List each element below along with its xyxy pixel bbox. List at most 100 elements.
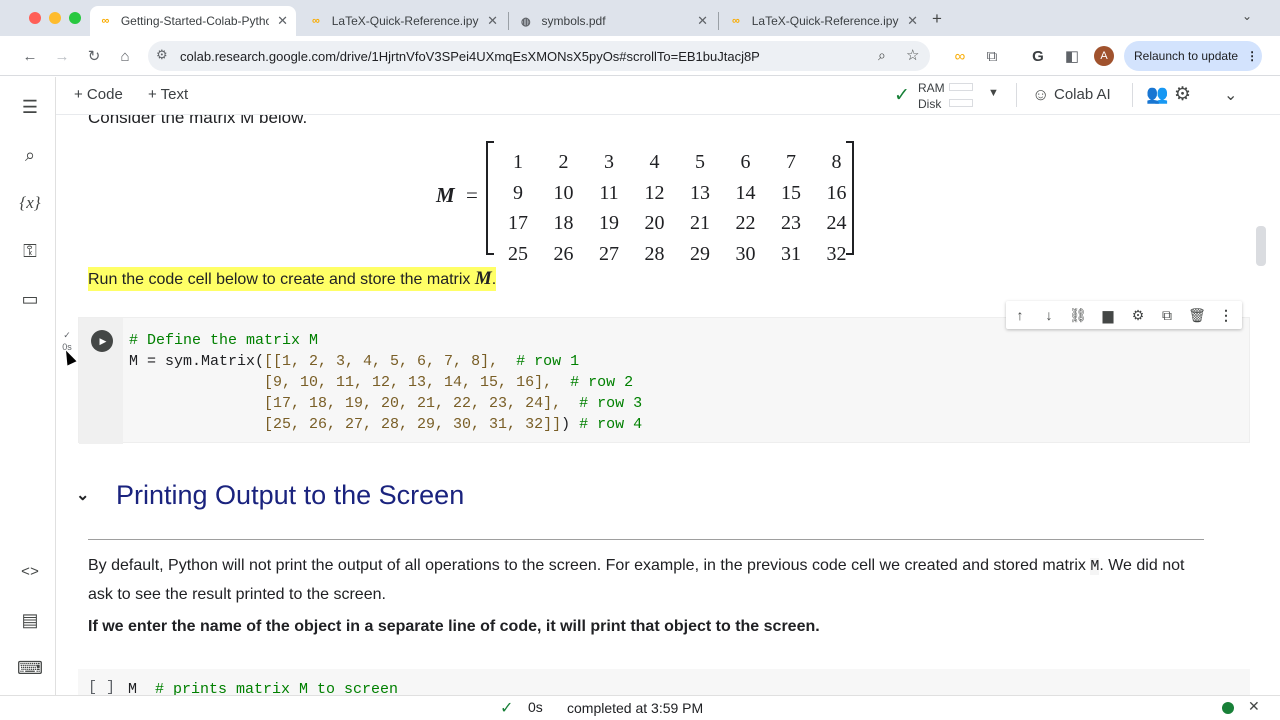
add-text-cell-button[interactable]: + Text bbox=[148, 86, 188, 103]
maximize-window-button[interactable] bbox=[69, 12, 81, 24]
matrix-cell: 28 bbox=[644, 242, 665, 265]
code-editor[interactable]: # Define the matrix M M = sym.Matrix([[1… bbox=[129, 330, 642, 435]
close-tab-icon[interactable]: ✕ bbox=[277, 13, 288, 29]
google-icon[interactable]: G bbox=[1028, 46, 1048, 66]
matrix-cell: 22 bbox=[735, 212, 756, 234]
collapse-section-chevron-icon[interactable]: ⌄ bbox=[76, 485, 106, 505]
settings-gear-icon[interactable]: ⚙ bbox=[1174, 83, 1191, 106]
bookmark-star-icon[interactable]: ☆ bbox=[906, 46, 919, 64]
runtime-dropdown-icon[interactable]: ▼ bbox=[988, 87, 999, 99]
matrix-cell: 8 bbox=[831, 151, 842, 173]
status-check-icon: ✓ bbox=[500, 700, 514, 717]
colab-ai-icon: ☺ bbox=[1032, 85, 1050, 104]
resource-monitor[interactable]: RAM Disk bbox=[918, 80, 945, 112]
matrix-cell: 26 bbox=[553, 242, 574, 265]
forward-arrow-icon[interactable]: → bbox=[52, 46, 72, 66]
matrix-cell: 24 bbox=[826, 212, 847, 234]
connected-check-icon: ✓ bbox=[894, 85, 910, 106]
matrix-cell: 5 bbox=[695, 151, 705, 173]
matrix-cell: 10 bbox=[553, 181, 574, 204]
execution-time: 0s bbox=[528, 699, 543, 715]
files-folder-icon[interactable]: ▭ bbox=[18, 287, 42, 311]
collapse-header-chevron-icon[interactable]: ⌄ bbox=[1224, 85, 1237, 105]
table-of-contents-icon[interactable]: ☰ bbox=[18, 95, 42, 119]
code-editor[interactable]: M # prints matrix M to screen bbox=[128, 679, 398, 695]
zoom-icon[interactable]: ⌕ bbox=[878, 47, 886, 64]
left-bracket bbox=[486, 141, 494, 255]
extensions-puzzle-icon[interactable]: ⧉ bbox=[982, 46, 1002, 66]
status-bar: ✓ 0s completed at 3:59 PM ✕ bbox=[0, 695, 1280, 720]
disk-meter bbox=[949, 99, 973, 107]
profile-avatar[interactable]: A bbox=[1094, 46, 1114, 66]
minimize-window-button[interactable] bbox=[49, 12, 61, 24]
comment-icon[interactable]: ▆ bbox=[1098, 305, 1118, 325]
browser-toolbar: ← → ↻ ⌂ ⚙ colab.research.google.com/driv… bbox=[0, 36, 1280, 76]
new-tab-icon[interactable]: + bbox=[932, 9, 942, 29]
toolbar-divider bbox=[1132, 83, 1133, 107]
address-bar[interactable]: ⚙ colab.research.google.com/drive/1Hjrtn… bbox=[148, 41, 930, 71]
secrets-key-icon[interactable]: ⚿ bbox=[18, 239, 42, 263]
code-cell-define-matrix[interactable]: ▶ # Define the matrix M M = sym.Matrix([… bbox=[78, 317, 1250, 444]
cell-gutter: ▶ bbox=[79, 318, 123, 444]
close-tab-icon[interactable]: ✕ bbox=[907, 13, 918, 29]
move-cell-down-icon[interactable]: ↓ bbox=[1039, 305, 1059, 325]
back-arrow-icon[interactable]: ← bbox=[20, 46, 40, 66]
cell-toolbar: ↑ ↓ ⛓ ▆ ⚙ ⧉ 🗑 ⋮ bbox=[1006, 301, 1242, 329]
terminal-icon[interactable]: ⌨ bbox=[17, 656, 43, 680]
mirror-cell-icon[interactable]: ⧉ bbox=[1157, 305, 1177, 325]
browser-tab-latex-reference[interactable]: ∞ LaTeX-Quick-Reference.ipynb ✕ bbox=[300, 6, 506, 36]
matrix-cell: 3 bbox=[604, 151, 614, 173]
move-cell-up-icon[interactable]: ↑ bbox=[1010, 305, 1030, 325]
close-window-button[interactable] bbox=[29, 12, 41, 24]
scrollbar-thumb[interactable] bbox=[1256, 226, 1266, 266]
code-cell-print-matrix[interactable]: [ ] M # prints matrix M to screen bbox=[78, 669, 1250, 695]
add-code-cell-button[interactable]: + Code bbox=[74, 86, 123, 103]
matrix-cell: 31 bbox=[781, 242, 801, 265]
colab-extension-icon[interactable]: ∞ bbox=[950, 46, 970, 66]
command-palette-icon[interactable]: ▤ bbox=[18, 608, 42, 632]
section-header: ⌄ Printing Output to the Screen bbox=[76, 477, 464, 513]
home-icon[interactable]: ⌂ bbox=[115, 46, 135, 66]
browser-tab-latex-reference-2[interactable]: ∞ LaTeX-Quick-Reference.ipynb ✕ bbox=[720, 6, 926, 36]
completed-status[interactable]: completed at 3:59 PM bbox=[567, 700, 703, 716]
matrix-cell: 13 bbox=[690, 181, 710, 204]
reload-icon[interactable]: ↻ bbox=[84, 46, 104, 66]
colab-ai-button[interactable]: Colab AI bbox=[1054, 86, 1111, 103]
site-info-icon[interactable]: ⚙ bbox=[156, 47, 168, 63]
close-tab-icon[interactable]: ✕ bbox=[487, 13, 498, 29]
cell-run-indicator[interactable]: [ ] bbox=[88, 679, 115, 695]
variables-icon[interactable]: {x} bbox=[18, 191, 42, 215]
tab-search-chevron-icon[interactable]: ⌄ bbox=[1242, 9, 1252, 23]
matrix-cell: 23 bbox=[781, 212, 801, 234]
code-snippets-icon[interactable]: <> bbox=[18, 560, 42, 584]
notebook-content: Consider the matrix M below. M = 1234567… bbox=[56, 115, 1280, 695]
browser-tab-getting-started[interactable]: ∞ Getting-Started-Colab-Pytho ✕ bbox=[90, 6, 296, 36]
delete-trash-icon[interactable]: 🗑 bbox=[1187, 305, 1207, 325]
matrix-cell: 30 bbox=[735, 242, 756, 265]
search-icon[interactable]: ⌕ bbox=[18, 143, 42, 167]
matrix-cell: 15 bbox=[781, 181, 801, 204]
browser-tab-symbols-pdf[interactable]: ◍ symbols.pdf ✕ bbox=[510, 6, 716, 36]
runtime-status-dot bbox=[1222, 702, 1234, 714]
more-options-icon[interactable]: ⋮ bbox=[1216, 305, 1236, 325]
matrix-cell: 2 bbox=[558, 151, 569, 173]
matrix-label: M bbox=[436, 183, 455, 207]
section-title: Printing Output to the Screen bbox=[116, 479, 465, 510]
close-tab-icon[interactable]: ✕ bbox=[697, 13, 708, 29]
side-panel-icon[interactable]: ◧ bbox=[1062, 46, 1082, 66]
relaunch-button[interactable]: Relaunch to update ⋮ bbox=[1124, 41, 1262, 71]
matrix-cell: 21 bbox=[690, 212, 710, 234]
colab-toolbar: + Code + Text ✓ RAM Disk ▼ ☺ Colab AI 👥 … bbox=[56, 77, 1280, 115]
tab-separator bbox=[508, 12, 509, 30]
matrix-cell: 32 bbox=[826, 242, 847, 265]
matrix-cell: 18 bbox=[553, 212, 574, 234]
share-people-icon[interactable]: 👥 bbox=[1146, 84, 1168, 105]
more-vert-icon: ⋮ bbox=[1246, 49, 1259, 63]
matrix-display: M = 1 2 3 4 5 6 7 8 9 10 11 12 13 14 15 16 17 18 19 20 21 22 2… bbox=[436, 139, 856, 265]
browser-tab-strip: ∞ Getting-Started-Colab-Pytho ✕ ∞ LaTeX-… bbox=[0, 0, 1280, 36]
link-icon[interactable]: ⛓ bbox=[1068, 305, 1088, 325]
close-status-icon[interactable]: ✕ bbox=[1248, 698, 1260, 715]
run-cell-button[interactable]: ▶ bbox=[91, 330, 113, 352]
colab-logo-icon: ∞ bbox=[311, 15, 320, 27]
cell-settings-gear-icon[interactable]: ⚙ bbox=[1128, 305, 1148, 325]
